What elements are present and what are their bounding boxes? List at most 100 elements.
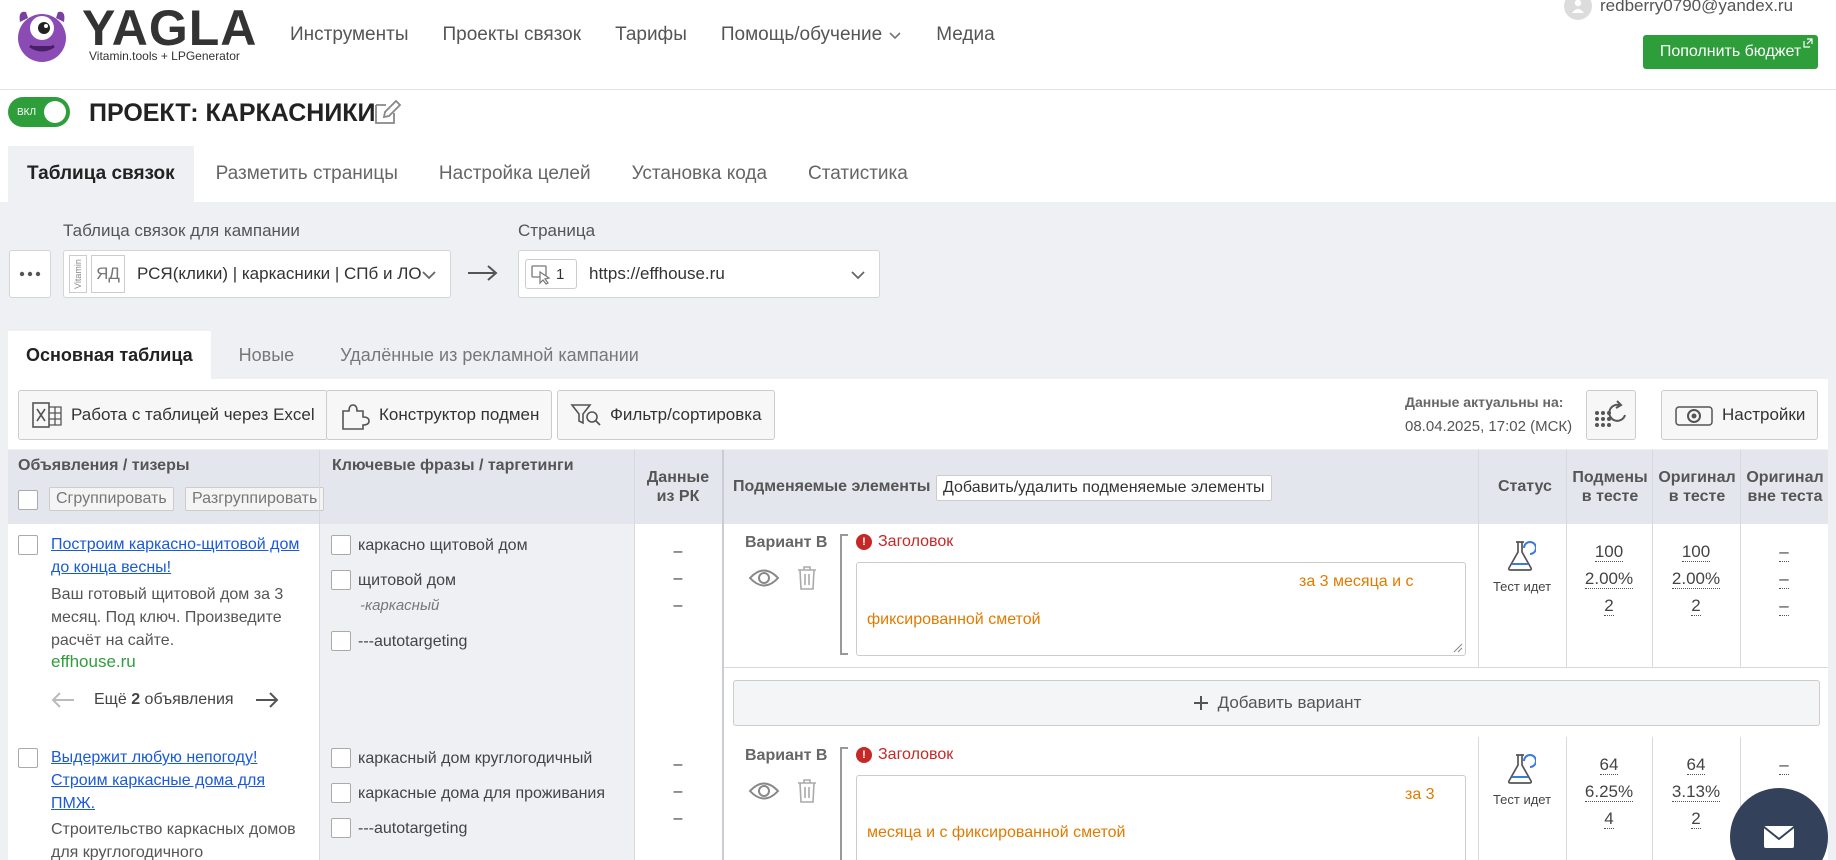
subs-stat[interactable]: 4 (1579, 805, 1639, 832)
add-remove-elements-button[interactable]: Добавить/удалить подменяемые элементы (936, 475, 1272, 501)
rk-data-value: – (673, 543, 683, 560)
flask-icon (1507, 754, 1536, 784)
eye-icon[interactable] (748, 778, 780, 804)
row-checkbox[interactable] (18, 535, 38, 555)
orig-out-value: – (1779, 755, 1789, 775)
subs-stat[interactable]: 2 (1579, 592, 1639, 619)
keyword: каркасные дома для проживания (358, 785, 606, 802)
subs-value: 100 (1594, 542, 1624, 562)
select-all-checkbox[interactable] (18, 490, 38, 510)
keyword-checkbox[interactable] (331, 535, 351, 555)
ad-text-line1: Ваш готовый щитовой дом за 3 (51, 586, 284, 603)
ungroup-button[interactable]: Разгруппировать (185, 487, 325, 511)
yagla-mascot-logo[interactable] (14, 4, 70, 64)
orig-out-stat[interactable]: – (1754, 751, 1814, 778)
subs-stat[interactable]: 6.25% (1579, 778, 1639, 805)
settings-button-label: Настройки (1722, 405, 1806, 424)
variant-bracket (840, 534, 848, 655)
element-label: ! Заголовок (856, 533, 953, 551)
variant-bracket (840, 747, 848, 860)
arrow-right-icon[interactable] (254, 690, 280, 710)
row-checkbox[interactable] (18, 748, 38, 768)
subtab-main-table[interactable]: Основная таблица (8, 331, 211, 379)
trash-icon[interactable] (796, 778, 818, 804)
subs-value: 2.00% (1584, 569, 1634, 589)
column-divider (1478, 737, 1479, 860)
nav-projects[interactable]: Проекты связок (442, 24, 581, 46)
element-label-text: Заголовок (878, 746, 954, 763)
nav-tariffs-label: Тарифы (615, 24, 687, 45)
orig-stat[interactable]: 3.13% (1666, 778, 1726, 805)
edit-icon[interactable] (372, 97, 402, 127)
more-options-button[interactable] (9, 250, 51, 298)
add-variant-button[interactable]: Добавить вариант (733, 680, 1820, 726)
project-toggle[interactable]: ВКЛ (8, 97, 70, 127)
variant-label: Вариант B (745, 534, 828, 551)
tab-statistics[interactable]: Статистика (789, 146, 927, 202)
eye-icon[interactable] (748, 565, 780, 591)
keyword-checkbox[interactable] (331, 818, 351, 838)
ad-title-link[interactable]: Выдержит любую непогоду! Строим каркасные… (51, 746, 265, 815)
variant-text-line2: фиксированной сметой (867, 611, 1041, 628)
user-menu[interactable]: redberry0790@yandex.ru (1564, 0, 1793, 20)
column-divider (1740, 450, 1741, 667)
keyword-checkbox[interactable] (331, 570, 351, 590)
plus-icon (1193, 696, 1208, 710)
tab-links-table[interactable]: Таблица связок (8, 146, 194, 202)
nav-media[interactable]: Медиа (936, 24, 994, 46)
puzzle-icon (342, 404, 370, 430)
constructor-button[interactable]: Конструктор подмен (326, 390, 553, 440)
filter-sort-button[interactable]: Фильтр/сортировка (557, 390, 775, 440)
orig-stat[interactable]: 100 (1666, 538, 1726, 565)
rk-data-value: – (673, 783, 683, 800)
topup-budget-button[interactable]: Пополнить бюджет (1643, 35, 1818, 69)
keyword-checkbox[interactable] (331, 783, 351, 803)
tab-goals[interactable]: Настройка целей (420, 146, 610, 202)
trash-icon[interactable] (796, 565, 818, 591)
resize-handle-icon[interactable] (1453, 643, 1463, 653)
keyword-checkbox[interactable] (331, 748, 351, 768)
logo-text[interactable]: YAGLA (82, 0, 257, 56)
col-data-rk-header: Данные из РК (640, 468, 716, 506)
ad-title-line1: Построим каркасно-щитовой дом (51, 536, 300, 553)
subtab-removed[interactable]: Удалённые из рекламной кампании (322, 331, 657, 379)
orig-stat[interactable]: 2.00% (1666, 565, 1726, 592)
subs-value: 64 (1599, 755, 1619, 775)
col-data-rk-line2: из РК (656, 488, 700, 505)
orig-stat[interactable]: 2 (1666, 592, 1726, 619)
subs-value: 2 (1604, 596, 1614, 616)
rk-data-value: – (673, 570, 683, 587)
nav-help[interactable]: Помощь/обучение (721, 24, 902, 46)
subtab-new[interactable]: Новые (221, 331, 313, 379)
orig-out-stat[interactable]: – (1754, 565, 1814, 592)
excel-button-label: Работа с таблицей через Excel (71, 405, 315, 424)
orig-out-stat[interactable]: – (1754, 538, 1814, 565)
variant-textarea[interactable]: за 3 месяца и с фиксированной сметой (856, 562, 1466, 656)
tab-install-code[interactable]: Установка кода (613, 146, 786, 202)
variant-textarea[interactable]: за 3 месяца и с фиксированной сметой (856, 775, 1466, 860)
orig-stat[interactable]: 64 (1666, 751, 1726, 778)
page-select[interactable]: 1 https://effhouse.ru (518, 250, 880, 298)
col-orig-line2: в тесте (1668, 488, 1726, 505)
rk-data-value: – (673, 756, 683, 773)
ad-title-link[interactable]: Построим каркасно-щитовой дом до конца ве… (51, 533, 299, 579)
orig-out-stat[interactable]: – (1754, 592, 1814, 619)
subs-stat[interactable]: 100 (1579, 538, 1639, 565)
tab-markup-pages[interactable]: Разметить страницы (197, 146, 417, 202)
subs-stat[interactable]: 2.00% (1579, 565, 1639, 592)
filter-search-icon (570, 404, 601, 426)
nav-tariffs[interactable]: Тарифы (615, 24, 687, 46)
group-button[interactable]: Сгруппировать (49, 487, 174, 511)
campaign-select[interactable]: Vitamin ЯД РСЯ(клики) | каркасники | СПб… (63, 250, 451, 298)
rk-data-value: – (673, 597, 683, 614)
arrow-left-icon[interactable] (50, 690, 76, 710)
keyword-checkbox[interactable] (331, 631, 351, 651)
settings-button[interactable]: Настройки (1661, 390, 1819, 440)
excel-button[interactable]: Работа с таблицей через Excel (18, 390, 328, 440)
refresh-data-button[interactable] (1586, 390, 1636, 440)
nav-tools[interactable]: Инструменты (290, 24, 408, 46)
col-orig-out-header: Оригинал вне теста (1742, 468, 1828, 506)
ad-title-line3: ПМЖ. (51, 795, 96, 812)
subs-stat[interactable]: 64 (1579, 751, 1639, 778)
orig-stat[interactable]: 2 (1666, 805, 1726, 832)
